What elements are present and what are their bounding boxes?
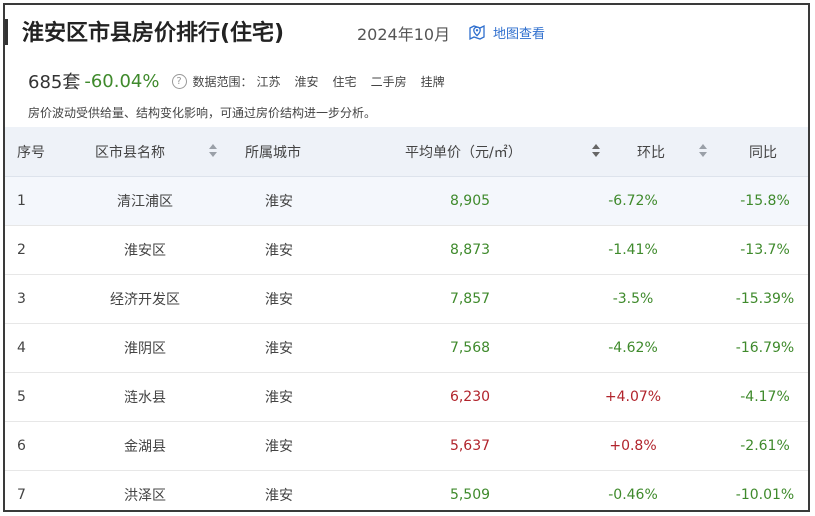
table-row[interactable]: 5 涟水县 淮安 6,230 +4.07% -4.17% <box>5 373 808 422</box>
sort-icon[interactable] <box>809 144 810 158</box>
table-row[interactable]: 3 经济开发区 淮安 7,857 -3.5% -15.39% <box>5 275 808 324</box>
row-yoy-change: -16.79% <box>735 340 795 356</box>
row-avg-price: 8,905 <box>449 193 491 209</box>
listing-count: 685套 <box>28 72 81 93</box>
map-pin-icon <box>469 24 485 41</box>
row-district-name: 涟水县 <box>124 390 166 406</box>
ranking-panel: 淮安区市县房价排行(住宅) 2024年10月 地图查看 685套 -60.04%… <box>3 3 810 512</box>
row-index: 5 <box>17 389 26 405</box>
row-city: 淮安 <box>265 292 293 308</box>
column-header-yoy[interactable]: 同比 <box>749 127 808 176</box>
row-avg-price: 7,568 <box>449 340 491 356</box>
sort-icon[interactable] <box>699 144 707 158</box>
scope-tag: 住宅 <box>332 74 357 89</box>
sort-icon[interactable] <box>209 144 217 158</box>
page-title: 淮安区市县房价排行(住宅) <box>22 21 285 46</box>
row-avg-price: 8,873 <box>449 242 491 258</box>
row-mom-change: -3.5% <box>612 291 654 307</box>
listing-change: -60.04% <box>84 70 160 92</box>
row-city: 淮安 <box>265 488 293 504</box>
row-avg-price: 5,509 <box>449 487 491 503</box>
row-mom-change: +0.8% <box>609 438 657 454</box>
row-yoy-change: -4.17% <box>740 389 790 405</box>
row-mom-change: -1.41% <box>608 242 658 258</box>
scope-tag: 二手房 <box>370 74 407 89</box>
table-header: 序号 区市县名称 所属城市 平均单价（元/㎡） 环比 同比 <box>5 127 810 177</box>
scope-tag: 淮安 <box>294 74 319 89</box>
row-yoy-change: -15.39% <box>735 291 795 307</box>
row-avg-price: 6,230 <box>449 389 491 405</box>
scope-tag: 挂牌 <box>420 74 445 89</box>
table-body: 1 清江浦区 淮安 8,905 -6.72% -15.8% 2 淮安区 淮安 8,873 -1.41… <box>5 177 808 510</box>
row-index: 3 <box>17 291 26 307</box>
title-accent-bar <box>5 19 8 45</box>
row-mom-change: -4.62% <box>608 340 658 356</box>
row-district-name: 洪泽区 <box>124 488 166 504</box>
row-index: 1 <box>17 193 26 209</box>
row-district-name: 经济开发区 <box>110 292 180 308</box>
scope-label: 数据范围： <box>192 74 253 89</box>
row-yoy-change: -13.7% <box>740 242 790 258</box>
stats-row: 685套 -60.04% ? 数据范围： 江苏 淮安 住宅 二手房 挂牌 <box>28 68 445 94</box>
row-district-name: 淮安区 <box>124 243 166 259</box>
row-city: 淮安 <box>265 341 293 357</box>
sort-icon[interactable] <box>592 144 600 158</box>
row-district-name: 金湖县 <box>124 439 166 455</box>
row-yoy-change: -10.01% <box>735 487 795 503</box>
map-view-link[interactable]: 地图查看 <box>467 21 545 43</box>
table-row[interactable]: 1 清江浦区 淮安 8,905 -6.72% -15.8% <box>5 177 808 226</box>
row-city: 淮安 <box>265 439 293 455</box>
row-mom-change: -0.46% <box>608 487 658 503</box>
row-index: 4 <box>17 340 26 356</box>
table-row[interactable]: 4 淮阴区 淮安 7,568 -4.62% -16.79% <box>5 324 808 373</box>
row-index: 6 <box>17 438 26 454</box>
map-view-label: 地图查看 <box>493 26 546 42</box>
row-avg-price: 7,857 <box>449 291 491 307</box>
column-header-name[interactable]: 区市县名称 <box>95 127 225 176</box>
table-row[interactable]: 7 洪泽区 淮安 5,509 -0.46% -10.01% <box>5 471 808 510</box>
row-district-name: 清江浦区 <box>117 194 173 210</box>
title-row: 淮安区市县房价排行(住宅) 2024年10月 地图查看 <box>5 5 808 59</box>
row-city: 淮安 <box>265 390 293 406</box>
row-city: 淮安 <box>265 194 293 210</box>
row-district-name: 淮阴区 <box>124 341 166 357</box>
row-index: 7 <box>17 487 26 503</box>
period-date: 2024年10月 <box>357 25 451 44</box>
row-index: 2 <box>17 242 26 258</box>
row-avg-price: 5,637 <box>449 438 491 454</box>
column-header-index: 序号 <box>17 144 45 161</box>
column-header-city: 所属城市 <box>245 144 301 161</box>
scope-tag: 江苏 <box>256 74 281 89</box>
price-note: 房价波动受供给量、结构变化影响，可通过房价结构进一步分析。 <box>28 106 377 120</box>
table-row[interactable]: 2 淮安区 淮安 8,873 -1.41% -13.7% <box>5 226 808 275</box>
row-mom-change: +4.07% <box>604 389 662 405</box>
row-mom-change: -6.72% <box>608 193 658 209</box>
row-yoy-change: -15.8% <box>740 193 790 209</box>
row-yoy-change: -2.61% <box>740 438 790 454</box>
table-row[interactable]: 6 金湖县 淮安 5,637 +0.8% -2.61% <box>5 422 808 471</box>
help-icon[interactable]: ? <box>171 73 187 89</box>
row-city: 淮安 <box>265 243 293 259</box>
ranking-table: 序号 区市县名称 所属城市 平均单价（元/㎡） 环比 同比 1 清江浦区 淮安 8,9… <box>5 127 810 510</box>
column-header-price[interactable]: 平均单价（元/㎡） <box>405 127 605 176</box>
